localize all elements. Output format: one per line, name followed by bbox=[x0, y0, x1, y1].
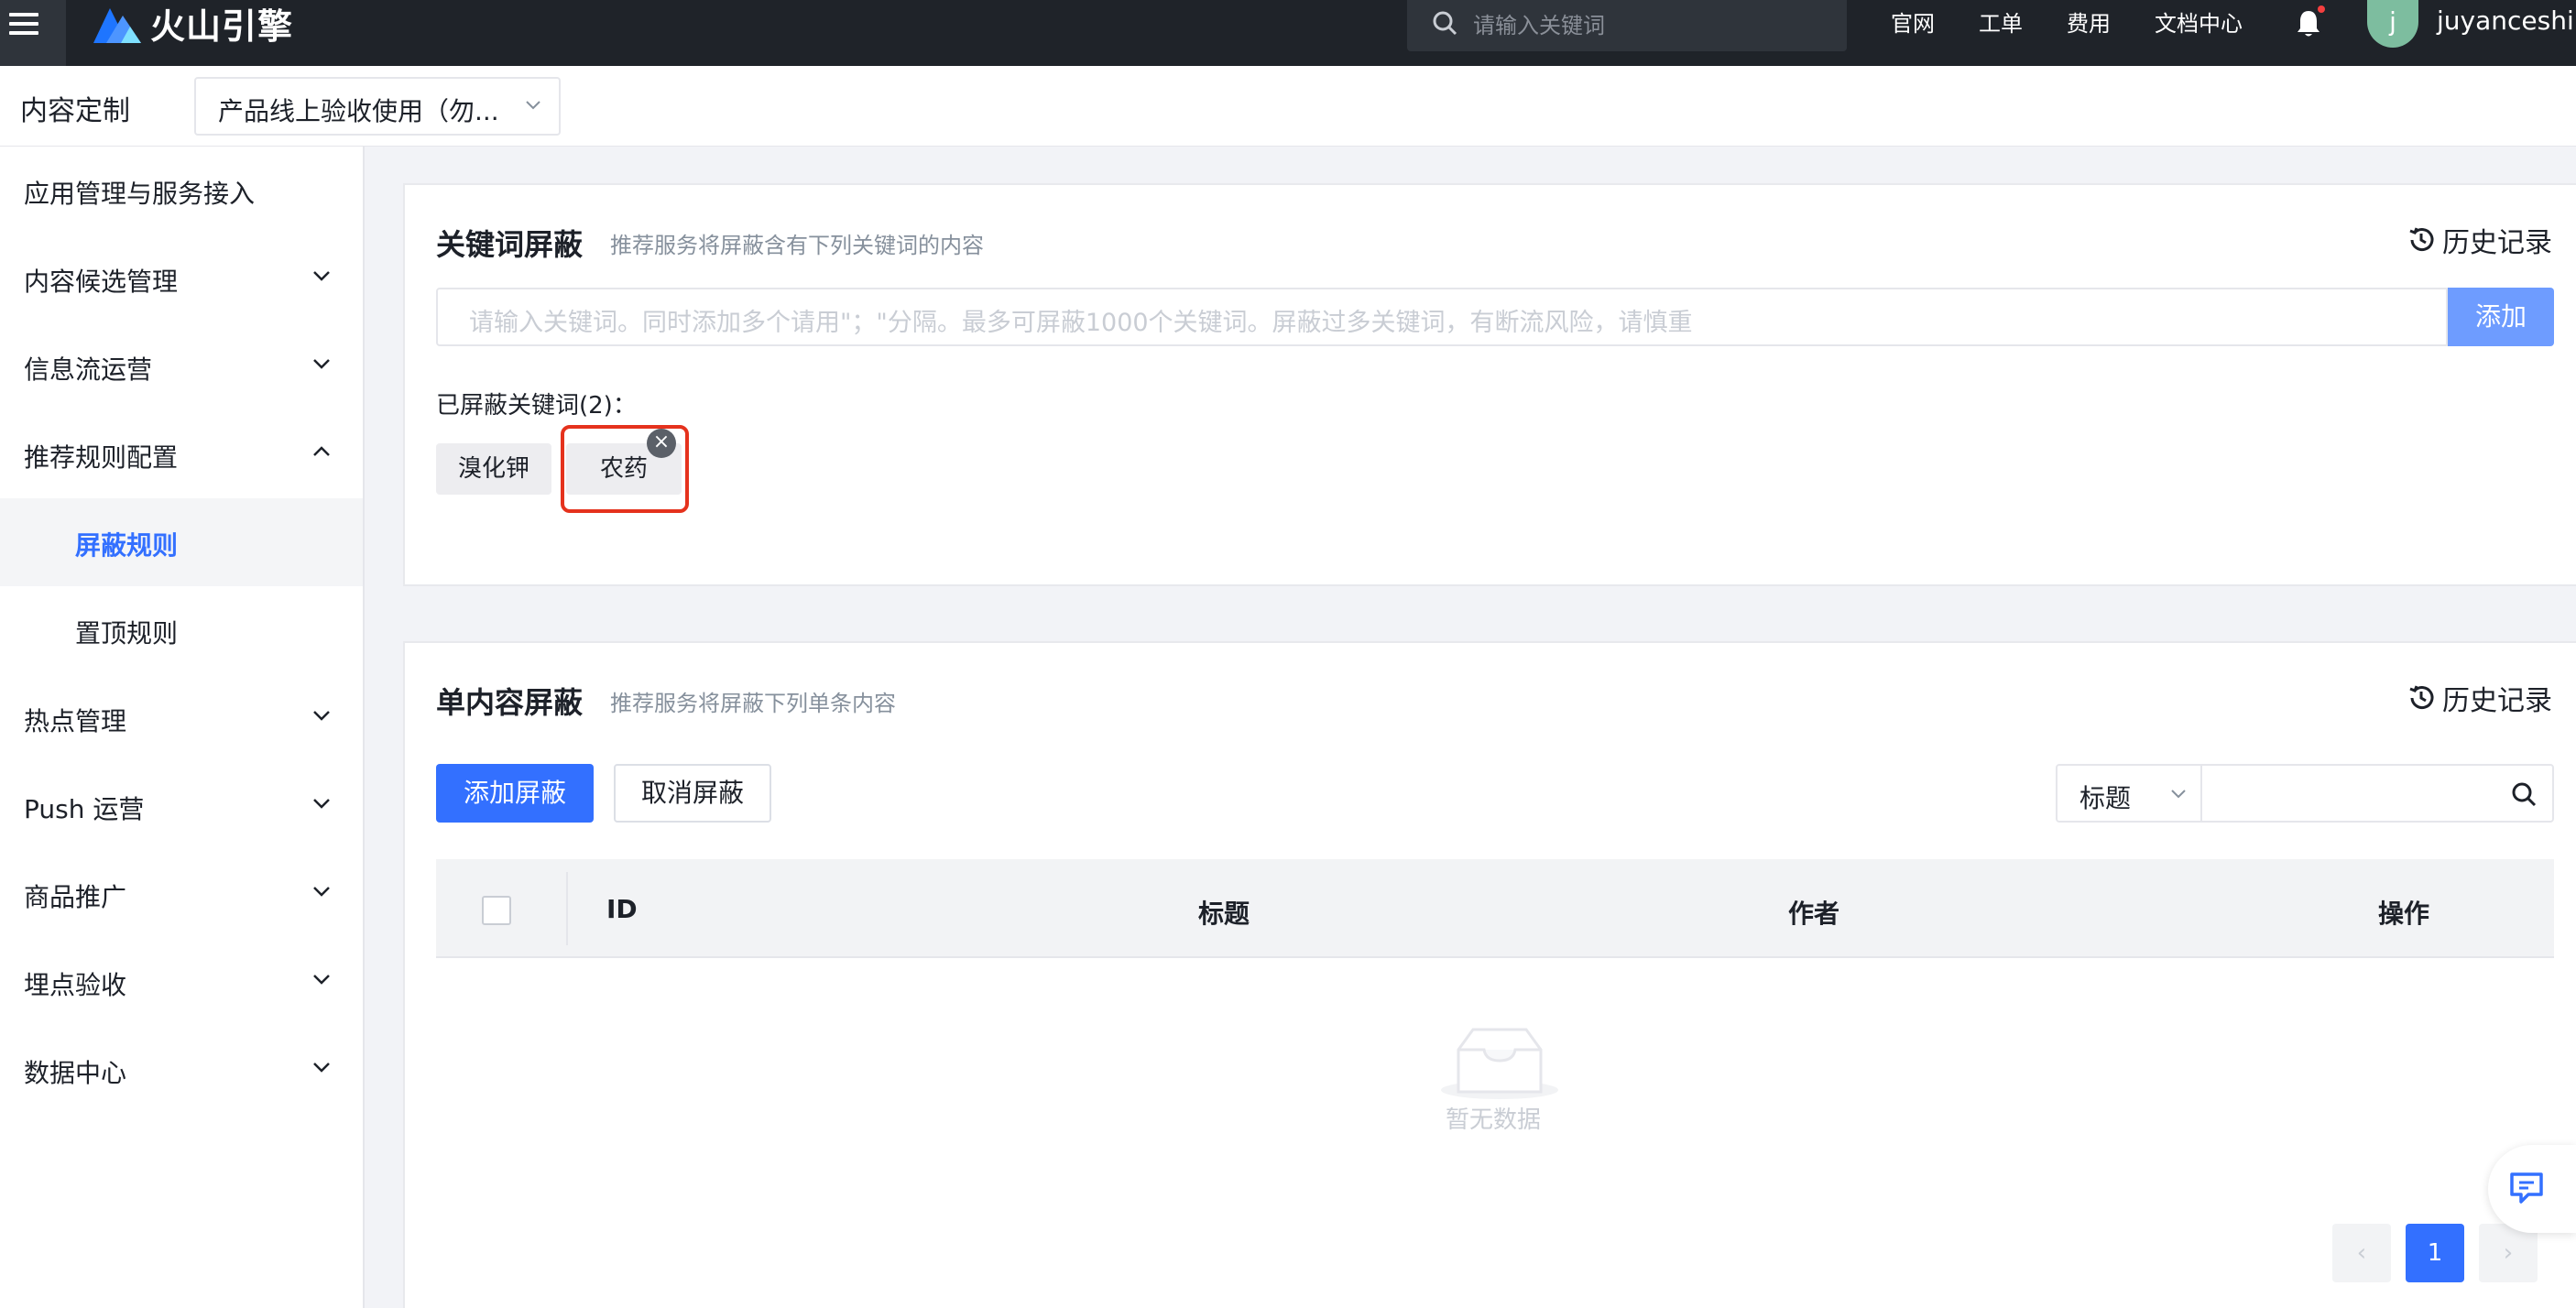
search-icon[interactable] bbox=[2510, 780, 2538, 808]
sidebar-item-label: 应用管理与服务接入 bbox=[24, 179, 256, 209]
sidebar-item-label: Push 运营 bbox=[24, 794, 145, 824]
column-header-title[interactable]: 标题 bbox=[1198, 894, 1250, 931]
column-header-actions[interactable]: 操作 bbox=[2378, 894, 2429, 931]
sidebar-item-rule-config[interactable]: 推荐规则配置 bbox=[0, 410, 363, 498]
chevron-down-icon bbox=[2171, 790, 2186, 799]
chevron-down-icon bbox=[313, 1063, 330, 1073]
chevron-down-icon bbox=[313, 975, 330, 985]
sidebar-item-label: 内容候选管理 bbox=[24, 267, 179, 297]
keyword-input[interactable]: 请输入关键词。同时添加多个请用"；"分隔。最多可屏蔽1000个关键词。屏蔽过多关… bbox=[436, 288, 2448, 346]
select-all-checkbox[interactable] bbox=[482, 896, 511, 925]
nav-link-ticket[interactable]: 工单 bbox=[1979, 5, 2023, 38]
sidebar-item-label: 数据中心 bbox=[24, 1058, 127, 1088]
history-label: 历史记录 bbox=[2442, 227, 2552, 259]
sidebar-item-label: 埋点验收 bbox=[24, 970, 127, 1000]
brand-name: 火山引擎 bbox=[150, 5, 294, 47]
pagination-page-button[interactable]: 1 bbox=[2406, 1224, 2464, 1282]
sidebar-item-label: 热点管理 bbox=[24, 706, 127, 736]
add-keyword-button[interactable]: 添加 bbox=[2448, 288, 2554, 346]
sidebar-item-tracking[interactable]: 埋点验收 bbox=[0, 938, 363, 1026]
table-header: ID 标题 作者 操作 bbox=[436, 859, 2554, 958]
chevron-down-icon bbox=[313, 359, 330, 369]
sidebar-item-content-candidates[interactable]: 内容候选管理 bbox=[0, 234, 363, 322]
sidebar-item-data-center[interactable]: 数据中心 bbox=[0, 1026, 363, 1114]
sidebar-item-push[interactable]: Push 运营 bbox=[0, 762, 363, 850]
section-description: 推荐服务将屏蔽下列单条内容 bbox=[610, 691, 896, 716]
chevron-down-icon bbox=[526, 101, 540, 110]
history-icon bbox=[2409, 227, 2434, 252]
sidebar-item-hotspot[interactable]: 热点管理 bbox=[0, 674, 363, 762]
sidebar-item-label: 屏蔽规则 bbox=[75, 530, 179, 561]
chevron-down-icon bbox=[313, 711, 330, 721]
column-divider bbox=[566, 872, 568, 945]
sidebar-item-label: 商品推广 bbox=[24, 882, 127, 912]
chevron-up-icon bbox=[313, 446, 330, 456]
sidebar-item-product-promo[interactable]: 商品推广 bbox=[0, 850, 363, 938]
filter-field-select[interactable]: 标题 bbox=[2056, 764, 2202, 823]
history-icon bbox=[2409, 685, 2434, 710]
close-icon[interactable]: × bbox=[647, 429, 676, 458]
sidebar: 应用管理与服务接入 内容候选管理 信息流运营 推荐规则配置 屏蔽规则 置顶规则 … bbox=[0, 147, 365, 1308]
keyword-block-card: 关键词屏蔽 推荐服务将屏蔽含有下列关键词的内容 历史记录 请输入关键词。同时添加… bbox=[403, 183, 2576, 586]
feedback-chat-button[interactable] bbox=[2488, 1145, 2576, 1233]
filter-search-input[interactable] bbox=[2200, 764, 2554, 823]
empty-state-text: 暂无数据 bbox=[1446, 1106, 1542, 1134]
sidebar-item-label: 推荐规则配置 bbox=[24, 442, 179, 473]
chevron-down-icon bbox=[313, 799, 330, 809]
section-title: 单内容屏蔽 bbox=[436, 685, 584, 720]
username[interactable]: juyanceshi bbox=[2437, 5, 2574, 36]
hamburger-menu-icon[interactable] bbox=[0, 0, 66, 66]
nav-link-official[interactable]: 官网 bbox=[1891, 5, 1935, 38]
page-subheader: 内容定制 产品线上验收使用（勿... bbox=[0, 66, 2576, 147]
project-select-value: 产品线上验收使用（勿... bbox=[218, 96, 499, 126]
blocked-keywords-label: 已屏蔽关键词(2)： bbox=[436, 392, 637, 420]
nav-link-billing[interactable]: 费用 bbox=[2067, 5, 2111, 38]
top-navigation-bar: 火山引擎 请输入关键词 官网 工单 费用 文档中心 j juyanceshi bbox=[0, 0, 2576, 66]
single-content-block-card: 单内容屏蔽 推荐服务将屏蔽下列单条内容 历史记录 添加屏蔽 取消屏蔽 标题 ID… bbox=[403, 641, 2576, 1308]
global-search-input[interactable]: 请输入关键词 bbox=[1407, 0, 1847, 51]
project-select[interactable]: 产品线上验收使用（勿... bbox=[194, 77, 561, 136]
notification-badge bbox=[2318, 5, 2325, 13]
search-icon bbox=[1433, 11, 1457, 36]
sidebar-item-feed-ops[interactable]: 信息流运营 bbox=[0, 322, 363, 410]
sidebar-item-app-management[interactable]: 应用管理与服务接入 bbox=[0, 147, 363, 234]
sidebar-item-label: 置顶规则 bbox=[75, 618, 179, 649]
avatar[interactable]: j bbox=[2367, 0, 2418, 48]
history-button[interactable]: 历史记录 bbox=[2406, 678, 2552, 718]
column-header-author[interactable]: 作者 bbox=[1788, 894, 1839, 931]
chevron-down-icon bbox=[313, 887, 330, 897]
add-block-button[interactable]: 添加屏蔽 bbox=[436, 764, 594, 823]
chat-icon bbox=[2510, 1172, 2543, 1204]
column-header-id[interactable]: ID bbox=[606, 894, 638, 924]
history-button[interactable]: 历史记录 bbox=[2406, 220, 2552, 260]
sidebar-item-pin-rules[interactable]: 置顶规则 bbox=[0, 586, 363, 674]
search-placeholder: 请输入关键词 bbox=[1473, 13, 1605, 38]
keyword-input-placeholder: 请输入关键词。同时添加多个请用"；"分隔。最多可屏蔽1000个关键词。屏蔽过多关… bbox=[469, 309, 1693, 337]
sidebar-item-label: 信息流运营 bbox=[24, 354, 153, 385]
cancel-block-button[interactable]: 取消屏蔽 bbox=[614, 764, 771, 823]
filter-field-value: 标题 bbox=[2079, 783, 2132, 813]
section-title: 关键词屏蔽 bbox=[436, 227, 584, 262]
volcano-logo-icon bbox=[93, 8, 141, 43]
chevron-down-icon bbox=[313, 271, 330, 281]
history-label: 历史记录 bbox=[2442, 685, 2552, 717]
nav-link-docs[interactable]: 文档中心 bbox=[2155, 5, 2243, 38]
keyword-tag[interactable]: 溴化钾 bbox=[436, 443, 551, 495]
brand-logo[interactable]: 火山引擎 bbox=[93, 0, 294, 47]
pagination-prev-button[interactable]: ‹ bbox=[2332, 1224, 2391, 1282]
section-description: 推荐服务将屏蔽含有下列关键词的内容 bbox=[610, 233, 984, 258]
empty-inbox-icon bbox=[1441, 1028, 1558, 1099]
sidebar-item-block-rules[interactable]: 屏蔽规则 bbox=[0, 498, 363, 586]
page-title: 内容定制 bbox=[20, 95, 130, 127]
